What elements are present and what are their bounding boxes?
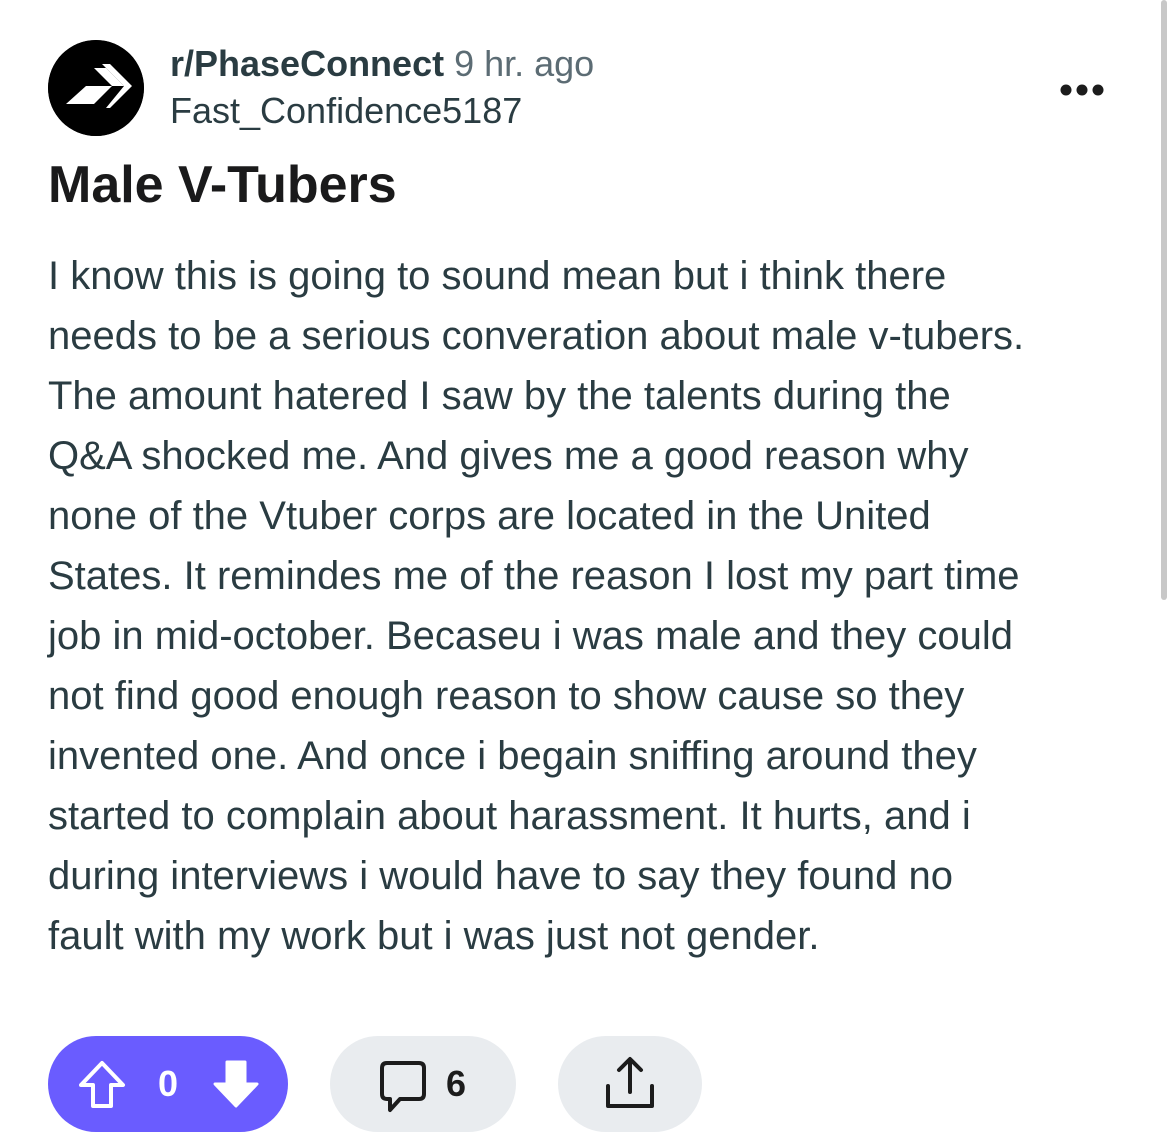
share-icon [606,1057,654,1108]
post-meta: r/PhaseConnect 9 hr. ago Fast_Confidence5… [170,42,594,136]
post-title: Male V-Tubers [48,156,397,214]
body-line: none of the Vtuber corps are located in … [48,494,931,538]
body-line: Q&A shocked me. And gives me a good reas… [48,434,969,478]
subreddit-avatar[interactable] [48,40,144,136]
body-line: started to complain about harassment. It… [48,794,971,838]
post-card: r/PhaseConnect 9 hr. ago Fast_Confidence5… [0,0,1170,1138]
upvote-button[interactable] [74,1056,130,1112]
comment-bubble-icon [380,1061,426,1112]
downvote-arrow-icon [213,1060,259,1108]
scrollbar-thumb[interactable] [1161,0,1167,600]
meta-line: r/PhaseConnect 9 hr. ago [170,42,594,86]
author-link[interactable]: Fast_Confidence5187 [170,86,594,136]
post-time: 9 hr. ago [454,43,595,84]
share-icon-wrap [600,1054,660,1114]
post-header: r/PhaseConnect 9 hr. ago Fast_Confidence5… [48,40,1128,140]
body-line: needs to be a serious converation about … [48,314,1025,358]
phaseconnect-logo-icon [48,40,144,136]
upvote-arrow-icon [79,1061,125,1108]
post-body: I know this is going to sound mean but i… [48,246,1128,966]
post-actions: 0 6 [48,1036,1128,1132]
body-line: States. It remindes me of the reason I l… [48,554,1020,598]
body-line: I know this is going to sound mean but i… [48,254,947,298]
vote-score: 0 [157,1063,179,1104]
comment-icon-wrap [374,1058,432,1116]
comment-count: 6 [446,1063,467,1104]
body-line: job in mid-october. Becaseu i was male a… [48,614,1013,658]
body-line: The amount hatered I saw by the talents … [48,374,951,418]
downvote-button[interactable] [208,1056,264,1112]
more-options-button[interactable] [1050,70,1114,110]
more-options-icon [1060,84,1104,96]
body-line: not find good enough reason to show caus… [48,674,965,718]
comments-button[interactable]: 6 [330,1036,516,1132]
body-line: fault with my work but i was just not ge… [48,914,820,958]
share-button[interactable] [558,1036,702,1132]
scrollbar[interactable] [1158,0,1170,600]
vote-pill: 0 [48,1036,288,1132]
body-line: during interviews i would have to say th… [48,854,953,898]
subreddit-link[interactable]: r/PhaseConnect [170,43,444,84]
body-line: invented one. And once i begain sniffing… [48,734,977,778]
